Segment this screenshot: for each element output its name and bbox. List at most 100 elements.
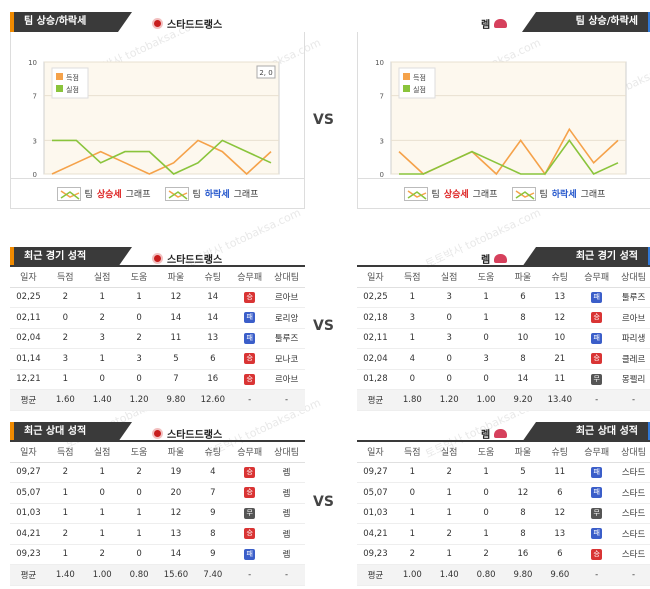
average-row: 평균 1.60 1.40 1.20 9.80 12.60- - [10, 389, 305, 411]
column-header: 슈팅 [541, 267, 579, 288]
table-cell: 09,27 [357, 462, 394, 483]
column-header: 승무패 [578, 442, 616, 463]
result-badge: 승 [591, 312, 603, 324]
table-cell: 1 [393, 287, 431, 308]
table-cell: 렘 [268, 503, 305, 524]
table-cell: 0 [83, 369, 121, 390]
result-badge-cell: 패 [231, 307, 269, 329]
away-team-label: 렘 [481, 430, 491, 441]
table-row[interactable]: 01,03 1 1 0 8 12 무 스타드 [357, 503, 650, 524]
table-row[interactable]: 01,03 1 1 1 12 9 무 렘 [10, 503, 305, 524]
table-cell: 모나코 [268, 348, 305, 370]
table-cell: 1 [83, 287, 121, 308]
table-cell: 0 [430, 369, 468, 390]
away-team-name: 렘 [481, 426, 508, 441]
average-cell: 12.60 [194, 389, 232, 411]
average-cell: - [268, 564, 305, 586]
table-cell: 1 [46, 503, 84, 524]
y-tick-label: 7 [380, 93, 384, 101]
table-row[interactable]: 09,23 2 1 2 16 6 승 스타드 [357, 544, 650, 565]
table-cell: 11 [157, 328, 195, 349]
table-cell: 르아브 [268, 287, 305, 308]
table-row[interactable]: 09,27 2 1 2 19 4 승 렘 [10, 462, 305, 483]
table-cell: 클레르 [615, 348, 650, 370]
table-cell: 12 [541, 307, 579, 329]
average-cell: - [578, 564, 616, 586]
average-cell: 1.40 [430, 564, 468, 586]
table-cell: 렘 [268, 544, 305, 565]
table-row[interactable]: 02,11 0 2 0 14 14 패 로리앙 [10, 307, 305, 329]
table-cell: 스타드 [615, 462, 650, 483]
table-row[interactable]: 09,27 1 2 1 5 11 패 스타드 [357, 462, 650, 483]
table-cell: 2 [120, 328, 158, 349]
table-cell: 14 [157, 544, 195, 565]
table-cell: 5 [504, 462, 542, 483]
table-row[interactable]: 04,21 1 2 1 8 13 패 스타드 [357, 523, 650, 545]
away-team-emblem-icon [494, 429, 508, 438]
legend-up[interactable]: 팀 상승세 그래프 [403, 186, 498, 201]
table-row[interactable]: 02,04 2 3 2 11 13 패 툴루즈 [10, 328, 305, 349]
result-badge: 승 [244, 291, 256, 303]
table-row[interactable]: 12,21 1 0 0 7 16 승 르아브 [10, 369, 305, 390]
table-row[interactable]: 04,21 2 1 1 13 8 승 렘 [10, 523, 305, 545]
result-badge-cell: 승 [231, 462, 269, 483]
column-header: 슈팅 [194, 267, 232, 288]
legend-up[interactable]: 팀 상승세 그래프 [56, 186, 151, 201]
table-cell: 01,14 [10, 348, 47, 370]
header-underline [10, 440, 305, 442]
away-trend-panel: 렘 팀 상승/하락세 0371012,0412,1012,1812,2101,1… [357, 8, 650, 209]
table-row[interactable]: 09,23 1 2 0 14 9 패 렘 [10, 544, 305, 565]
legend-down-icon [511, 186, 536, 201]
series-legend-label: 실점 [413, 85, 426, 94]
table-cell: 2 [46, 328, 84, 349]
table-cell: 12 [157, 287, 195, 308]
table-row[interactable]: 02,18 3 0 1 8 12 승 르아브 [357, 307, 650, 329]
table-cell: 2 [393, 544, 431, 565]
table-cell: 5 [157, 348, 195, 370]
header-underline [10, 265, 305, 267]
column-header: 득점 [46, 442, 84, 463]
legend-down[interactable]: 팀 하락세 그래프 [511, 186, 605, 201]
away-trend-header: 렘 팀 상승/하락세 [357, 8, 650, 32]
column-header: 일자 [10, 442, 47, 463]
series-legend-label: 실점 [66, 85, 79, 94]
result-badge: 승 [244, 466, 256, 478]
average-cell: 15.60 [157, 564, 195, 586]
home-team-emblem-icon [152, 253, 163, 264]
table-row[interactable]: 02,25 2 1 1 12 14 승 르아브 [10, 287, 305, 308]
result-badge-cell: 승 [231, 369, 269, 390]
table-row[interactable]: 02,04 4 0 3 8 21 승 클레르 [357, 348, 650, 370]
table-cell: 10 [541, 328, 579, 349]
column-header: 상대팀 [268, 442, 305, 463]
table-cell: 스타드 [615, 544, 650, 565]
section-title: 팀 상승/하락세 [10, 12, 132, 32]
table-row[interactable]: 02,25 1 3 1 6 13 패 툴루즈 [357, 287, 650, 308]
y-tick-label: 3 [380, 137, 384, 145]
legend-down[interactable]: 팀 하락세 그래프 [164, 186, 258, 201]
result-badge: 패 [591, 332, 603, 344]
average-cell: 1.40 [46, 564, 84, 586]
table-cell: 르아브 [615, 307, 650, 329]
average-cell: - [268, 389, 305, 411]
away-h2h-table: 일자 득점 실점 도움 파울 슈팅 승무패 상대팀 09,27 1 2 1 5 11 패 스타드 05,07 0 1… [357, 442, 650, 586]
table-cell: 2 [467, 544, 505, 565]
result-badge-cell: 패 [231, 544, 269, 565]
away-recent-panel: 렘 최근 경기 성적 일자 득점 실점 도움 파울 슈팅 승무패 상대팀 02,25 1 3 1 6 13… [357, 243, 650, 411]
column-header: 도움 [467, 442, 505, 463]
table-row[interactable]: 01,14 3 1 3 5 6 승 모나코 [10, 348, 305, 370]
table-cell: 14 [157, 307, 195, 329]
table-row[interactable]: 05,07 0 1 0 12 6 패 스타드 [357, 482, 650, 504]
table-cell: 0 [393, 482, 431, 504]
table-row[interactable]: 01,28 0 0 0 14 11 무 몽펠리 [357, 369, 650, 390]
table-cell: 2 [83, 307, 121, 329]
column-header: 슈팅 [541, 442, 579, 463]
column-header: 실점 [430, 442, 468, 463]
table-cell: 01,03 [357, 503, 394, 524]
average-cell: 7.40 [194, 564, 232, 586]
table-cell: 02,11 [357, 328, 394, 349]
vs-label: VS [313, 112, 334, 128]
table-row[interactable]: 02,11 1 3 0 10 10 패 파리생 [357, 328, 650, 349]
result-badge-cell: 무 [578, 369, 616, 390]
chart-legend: 팀 상승세 그래프 팀 하락세 그래프 [11, 178, 304, 208]
table-row[interactable]: 05,07 1 0 0 20 7 승 렘 [10, 482, 305, 504]
